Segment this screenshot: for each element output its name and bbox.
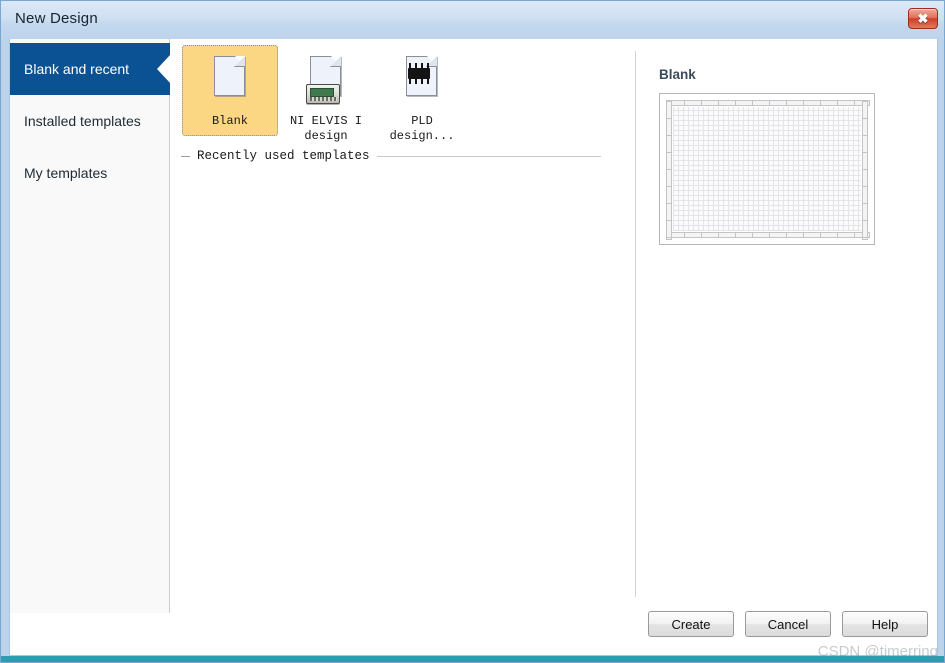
preview-ruler-right [862,100,868,240]
template-tile-label: Blank [211,114,248,128]
new-design-dialog: New Design ✖ Blank and recent Installed … [0,0,945,663]
template-tile-blank[interactable]: Blank [182,45,278,136]
pld-document-icon [399,54,445,106]
preview-ruler-bottom [666,232,870,238]
template-tile-label: NI ELVIS I design [289,114,362,143]
sidebar-item-label: Installed templates [24,113,141,129]
preview-ruler-left [666,100,672,240]
preview-panel: Blank [659,67,899,245]
window-bottom-accent [1,656,944,662]
panel-divider [635,51,636,597]
content-panel: Blank NI ELVIS I design PLD design... Re… [171,39,937,655]
preview-thumbnail [659,93,875,245]
create-button[interactable]: Create [648,611,734,637]
window-title: New Design [15,10,98,27]
separator-line [376,155,601,157]
recently-used-templates-label: Recently used templates [197,149,370,163]
template-tile-pld[interactable]: PLD design... [374,45,470,151]
template-tile-ni-elvis[interactable]: NI ELVIS I design [278,45,374,151]
close-icon: ✖ [917,11,929,26]
preview-grid-sheet [673,107,861,231]
blank-document-icon [207,54,253,106]
help-button[interactable]: Help [842,611,928,637]
template-tile-label: PLD design... [389,114,455,143]
recently-used-templates-separator: Recently used templates [181,149,601,163]
sidebar: Blank and recent Installed templates My … [10,39,170,613]
sidebar-item-label: Blank and recent [24,61,130,77]
ni-elvis-document-icon [303,54,349,106]
title-bar: New Design ✖ [1,1,944,39]
cancel-button[interactable]: Cancel [745,611,831,637]
sidebar-item-label: My templates [24,165,108,181]
separator-dash [181,155,190,157]
template-tile-list: Blank NI ELVIS I design PLD design... [182,45,470,151]
close-button[interactable]: ✖ [908,8,938,29]
sidebar-item-installed-templates[interactable]: Installed templates [10,95,169,147]
preview-ruler-top [666,100,870,106]
preview-title: Blank [659,67,696,82]
sidebar-item-blank-and-recent[interactable]: Blank and recent [10,43,170,95]
dialog-footer: Create Cancel Help [10,597,939,655]
dialog-body: Blank and recent Installed templates My … [9,39,938,656]
sidebar-item-my-templates[interactable]: My templates [10,147,169,199]
